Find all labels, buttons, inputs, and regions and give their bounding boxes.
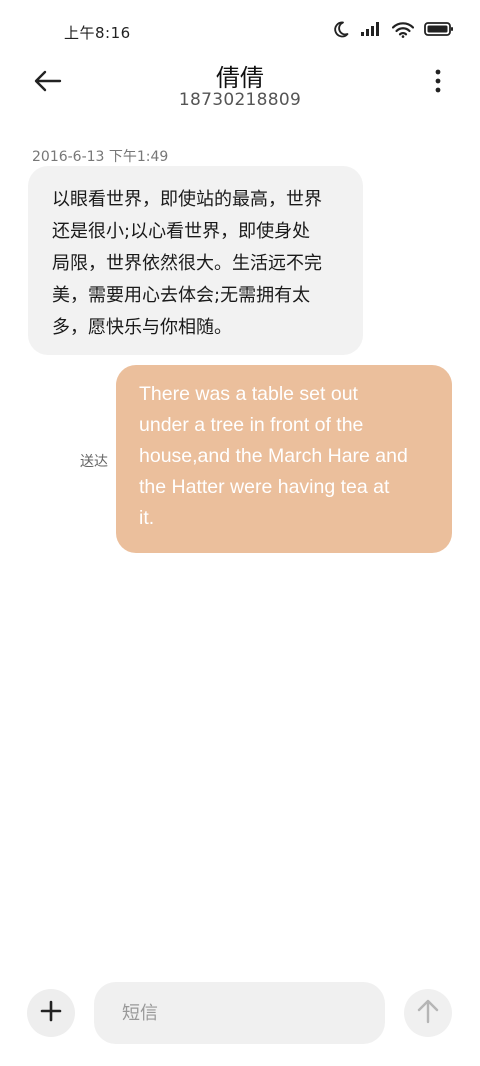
more-options-button[interactable] [426, 68, 450, 98]
send-button[interactable] [404, 989, 452, 1037]
message-input[interactable] [94, 982, 385, 1044]
message-line: under a tree in front of the [139, 414, 364, 436]
conversation-header: 倩倩 18730218809 [0, 52, 480, 122]
moon-icon [332, 20, 350, 42]
incoming-message-bubble[interactable]: 以眼看世界，即使站的最高，世界 还是很小;以心看世界，即使身处 局限，世界依然很… [28, 166, 363, 355]
plus-icon [40, 1000, 62, 1026]
outgoing-message-bubble[interactable]: There was a table set out under a tree i… [116, 365, 452, 553]
message-line: the Hatter were having tea at [139, 476, 390, 498]
message-line: house,and the March Hare and [139, 445, 408, 467]
status-icons [332, 20, 454, 42]
more-vertical-icon [435, 69, 441, 97]
wifi-icon [391, 21, 415, 42]
incoming-message-text: 以眼看世界，即使站的最高，世界 还是很小;以心看世界，即使身处 局限，世界依然很… [52, 184, 341, 344]
message-line: 多，愿快乐与你相随。 [52, 317, 232, 338]
contact-number: 18730218809 [178, 90, 302, 110]
message-line: 还是很小;以心看世界，即使身处 [52, 221, 311, 242]
status-time: 上午8:16 [64, 24, 131, 42]
message-timestamp: 2016-6-13 下午1:49 [32, 149, 169, 165]
message-line: it. [139, 507, 155, 529]
message-line: 以眼看世界，即使站的最高，世界 [52, 189, 322, 210]
signal-icon [360, 21, 382, 41]
contact-name: 倩倩 [216, 64, 264, 92]
delivery-status: 送达 [80, 454, 108, 470]
message-line: 美，需要用心去体会;无需拥有太 [52, 285, 311, 306]
add-attachment-button[interactable] [27, 989, 75, 1037]
battery-icon [424, 21, 454, 41]
composer-bar [0, 980, 480, 1046]
message-line: 局限，世界依然很大。生活远不完 [52, 253, 322, 274]
message-line: There was a table set out [139, 383, 358, 405]
arrow-up-icon [417, 998, 439, 1028]
outgoing-message-text: There was a table set out under a tree i… [139, 379, 430, 534]
